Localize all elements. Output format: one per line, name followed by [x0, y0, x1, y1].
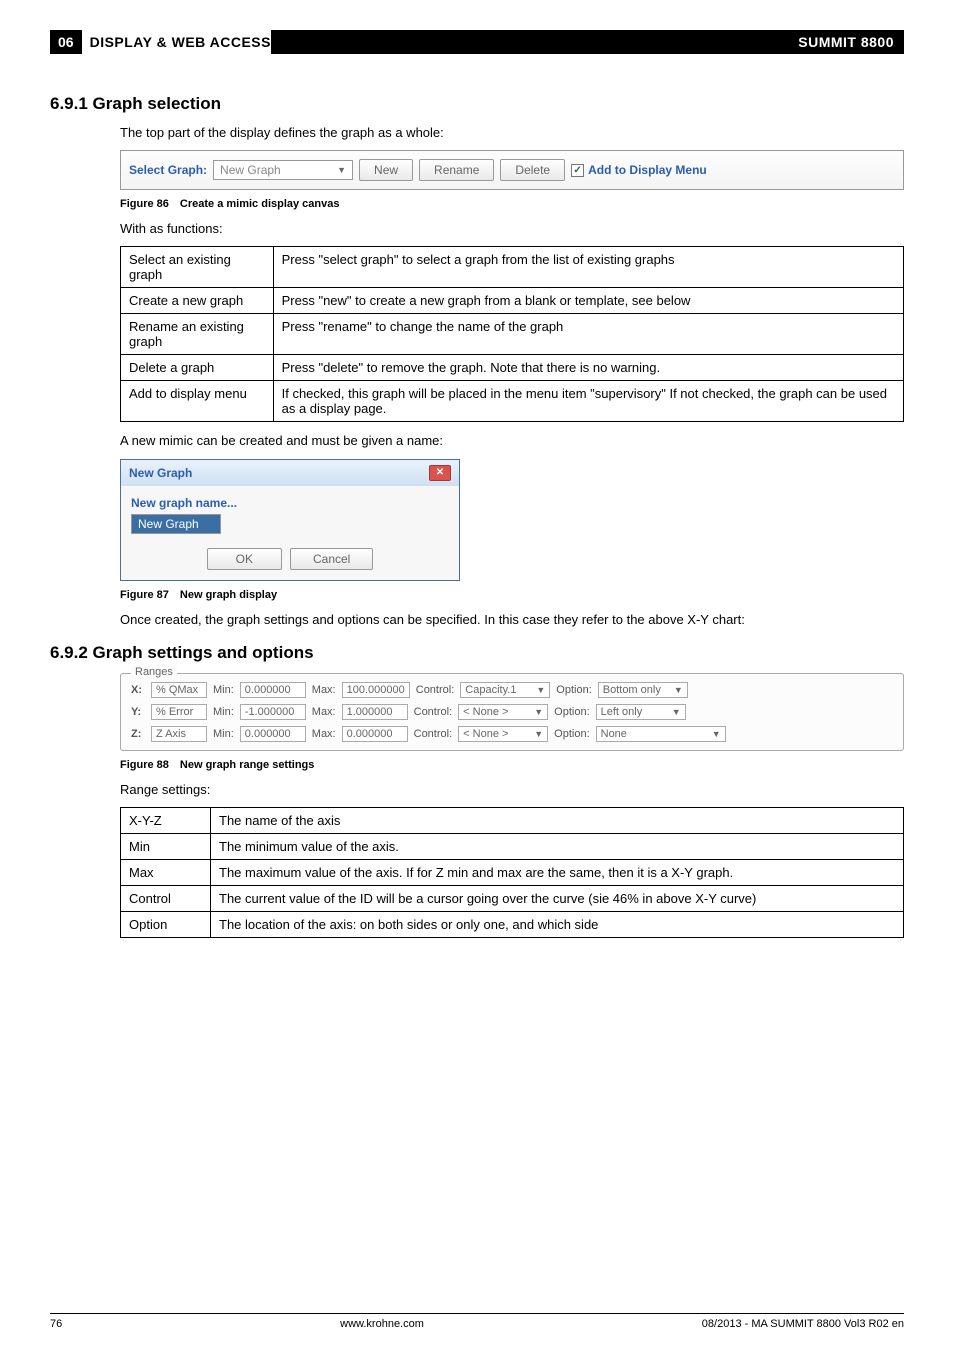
axis-label: Y:	[131, 706, 145, 718]
section-691-heading: 6.9.1 Graph selection	[50, 94, 904, 114]
max-field[interactable]: 100.000000	[342, 682, 410, 698]
header-strip	[271, 30, 774, 54]
page-header: 06 DISPLAY & WEB ACCESS SUMMIT 8800	[50, 30, 904, 54]
ranges-panel: Ranges X:% QMaxMin:0.000000Max:100.00000…	[120, 673, 904, 751]
chevron-down-icon: ▼	[712, 729, 721, 739]
max-label: Max:	[312, 706, 336, 718]
min-label: Min:	[213, 684, 234, 696]
table-row: Select an existing graphPress "select gr…	[121, 247, 904, 288]
fig87-caption: Figure 87 New graph display	[120, 589, 904, 601]
section-692-heading: 6.9.2 Graph settings and options	[50, 643, 904, 663]
axis-name-field[interactable]: % QMax	[151, 682, 207, 698]
max-label: Max:	[312, 684, 336, 696]
control-label: Control:	[416, 684, 455, 696]
product-name: SUMMIT 8800	[774, 30, 904, 54]
table-row: OptionThe location of the axis: on both …	[121, 911, 904, 937]
axis-name-field[interactable]: Z Axis	[151, 726, 207, 742]
control-label: Control:	[414, 728, 453, 740]
option-dropdown[interactable]: None▼	[596, 726, 726, 742]
new-graph-name-label: New graph name...	[131, 496, 449, 510]
checkbox-icon: ✓	[571, 164, 584, 177]
close-icon[interactable]: ✕	[429, 465, 451, 481]
option-dropdown[interactable]: Bottom only▼	[598, 682, 688, 698]
select-graph-combo[interactable]: New Graph ▼	[213, 160, 353, 180]
max-field[interactable]: 0.000000	[342, 726, 408, 742]
option-label: Option:	[554, 728, 589, 740]
chevron-down-icon: ▼	[534, 729, 543, 739]
table-row: ControlThe current value of the ID will …	[121, 885, 904, 911]
chapter-number: 06	[50, 30, 82, 54]
ok-button[interactable]: OK	[207, 548, 282, 570]
chevron-down-icon: ▼	[536, 685, 545, 695]
chevron-down-icon: ▼	[337, 165, 346, 175]
range-settings-intro: Range settings:	[120, 781, 904, 799]
min-field[interactable]: 0.000000	[240, 726, 306, 742]
min-label: Min:	[213, 728, 234, 740]
fig88-caption: Figure 88 New graph range settings	[120, 759, 904, 771]
chapter-title: DISPLAY & WEB ACCESS	[90, 34, 271, 50]
table-row: Create a new graphPress "new" to create …	[121, 288, 904, 314]
ranges-legend: Ranges	[131, 666, 177, 678]
control-dropdown[interactable]: < None >▼	[458, 726, 548, 742]
control-dropdown[interactable]: < None >▼	[458, 704, 548, 720]
table-row: Delete a graphPress "delete" to remove t…	[121, 355, 904, 381]
ranges-row: Y: % Error Min: -1.000000 Max: 1.000000 Contro…	[131, 704, 893, 720]
footer-url: www.krohne.com	[340, 1318, 424, 1330]
option-dropdown[interactable]: Left only▼	[596, 704, 686, 720]
page-footer: 76 www.krohne.com 08/2013 - MA SUMMIT 88…	[50, 1313, 904, 1330]
option-label: Option:	[556, 684, 591, 696]
delete-button[interactable]: Delete	[500, 159, 565, 181]
max-field[interactable]: 1.000000	[342, 704, 408, 720]
dialog-title-text: New Graph	[129, 466, 192, 480]
chevron-down-icon: ▼	[534, 707, 543, 717]
page-number: 76	[50, 1318, 62, 1330]
table-row: Add to display menuIf checked, this grap…	[121, 381, 904, 422]
chevron-down-icon: ▼	[672, 707, 681, 717]
mimic-intro: A new mimic can be created and must be g…	[120, 432, 904, 450]
control-label: Control:	[414, 706, 453, 718]
ranges-row: Z: Z Axis Min: 0.000000 Max: 0.000000 Control:…	[131, 726, 893, 742]
new-graph-name-input[interactable]: New Graph	[131, 514, 221, 534]
new-graph-dialog: New Graph ✕ New graph name... New Graph …	[120, 459, 460, 581]
functions-table: Select an existing graphPress "select gr…	[120, 246, 904, 422]
footer-docid: 08/2013 - MA SUMMIT 8800 Vol3 R02 en	[702, 1318, 904, 1330]
table-row: MaxThe maximum value of the axis. If for…	[121, 859, 904, 885]
fig86-caption: Figure 86 Create a mimic display canvas	[120, 198, 904, 210]
option-label: Option:	[554, 706, 589, 718]
rename-button[interactable]: Rename	[419, 159, 494, 181]
axis-label: X:	[131, 684, 145, 696]
table-row: X-Y-ZThe name of the axis	[121, 807, 904, 833]
after-fig87-text: Once created, the graph settings and opt…	[120, 611, 904, 629]
control-dropdown[interactable]: Capacity.1▼	[460, 682, 550, 698]
select-graph-value: New Graph	[220, 163, 281, 177]
functions-intro: With as functions:	[120, 220, 904, 238]
fig86-canvas: Select Graph: New Graph ▼ New Rename Del…	[120, 150, 904, 190]
new-button[interactable]: New	[359, 159, 413, 181]
max-label: Max:	[312, 728, 336, 740]
range-settings-table: X-Y-ZThe name of the axis MinThe minimum…	[120, 807, 904, 938]
ranges-row: X: % QMax Min: 0.000000 Max: 100.000000 Contro…	[131, 682, 893, 698]
table-row: MinThe minimum value of the axis.	[121, 833, 904, 859]
axis-name-field[interactable]: % Error	[151, 704, 207, 720]
cancel-button[interactable]: Cancel	[290, 548, 373, 570]
select-graph-label: Select Graph:	[129, 163, 207, 177]
min-field[interactable]: 0.000000	[240, 682, 306, 698]
axis-label: Z:	[131, 728, 145, 740]
add-display-label: Add to Display Menu	[588, 163, 707, 177]
table-row: Rename an existing graphPress "rename" t…	[121, 314, 904, 355]
min-label: Min:	[213, 706, 234, 718]
section-691-intro: The top part of the display defines the …	[120, 124, 904, 142]
add-display-checkbox-wrap[interactable]: ✓ Add to Display Menu	[571, 163, 707, 177]
min-field[interactable]: -1.000000	[240, 704, 306, 720]
chevron-down-icon: ▼	[674, 685, 683, 695]
